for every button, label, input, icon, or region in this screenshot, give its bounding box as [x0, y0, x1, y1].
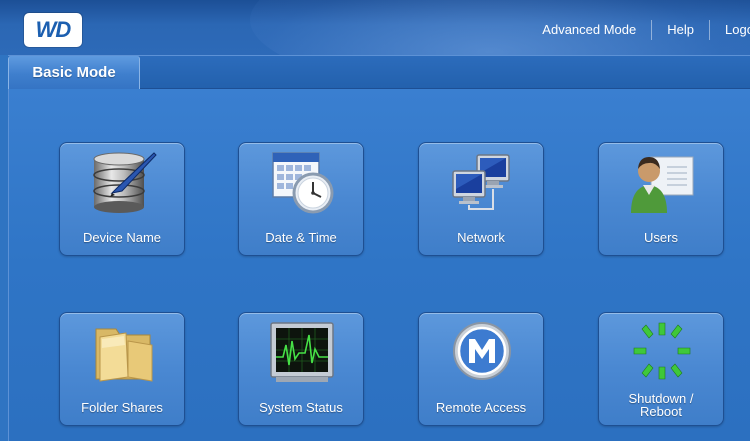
shutdown-reboot-label: Shutdown / Reboot — [599, 392, 723, 418]
wd-logo-text: WD — [35, 17, 72, 42]
date-time-tile[interactable]: Date & Time — [238, 142, 364, 256]
remote-access-m-icon — [453, 322, 511, 380]
users-tile[interactable]: Users — [598, 142, 724, 256]
tab-basic-mode[interactable]: Basic Mode — [8, 56, 140, 89]
network-computers-icon — [452, 154, 510, 210]
logout-link[interactable]: Logout — [710, 19, 750, 41]
shutdown-reboot-tile[interactable]: Shutdown / Reboot — [598, 312, 724, 426]
advanced-mode-link[interactable]: Advanced Mode — [527, 19, 651, 41]
top-nav: Advanced Mode Help Logout — [490, 19, 750, 41]
user-card-icon — [631, 156, 694, 213]
folder-icon — [95, 328, 153, 382]
date-time-label: Date & Time — [265, 230, 337, 245]
network-tile[interactable]: Network — [418, 142, 544, 256]
shutdown-label-line2: Reboot — [640, 404, 682, 419]
network-label: Network — [457, 230, 505, 245]
system-status-tile[interactable]: System Status — [238, 312, 364, 426]
app-window: WD Advanced Mode Help Logout Basic Mode — [0, 0, 750, 441]
wd-logo[interactable]: WD — [24, 13, 82, 47]
header-bar: WD Advanced Mode Help Logout — [0, 0, 750, 55]
basic-mode-panel: Device Name Date & Time Network Users Fo… — [8, 89, 750, 441]
folder-shares-label: Folder Shares — [81, 400, 163, 415]
monitor-status-icon — [270, 322, 334, 382]
tab-bar: Basic Mode — [8, 55, 750, 89]
shutdown-spinner-icon — [633, 322, 691, 380]
tab-basic-mode-label: Basic Mode — [32, 64, 116, 81]
remote-access-tile[interactable]: Remote Access — [418, 312, 544, 426]
remote-access-label: Remote Access — [435, 400, 527, 415]
system-status-label: System Status — [259, 400, 343, 415]
device-name-tile[interactable]: Device Name — [59, 142, 185, 256]
folder-shares-tile[interactable]: Folder Shares — [59, 312, 185, 426]
users-label: Users — [644, 230, 678, 245]
calendar-clock-icon — [272, 152, 334, 214]
database-pen-icon — [93, 152, 157, 213]
help-link[interactable]: Help — [652, 19, 709, 41]
device-name-label: Device Name — [82, 230, 162, 245]
